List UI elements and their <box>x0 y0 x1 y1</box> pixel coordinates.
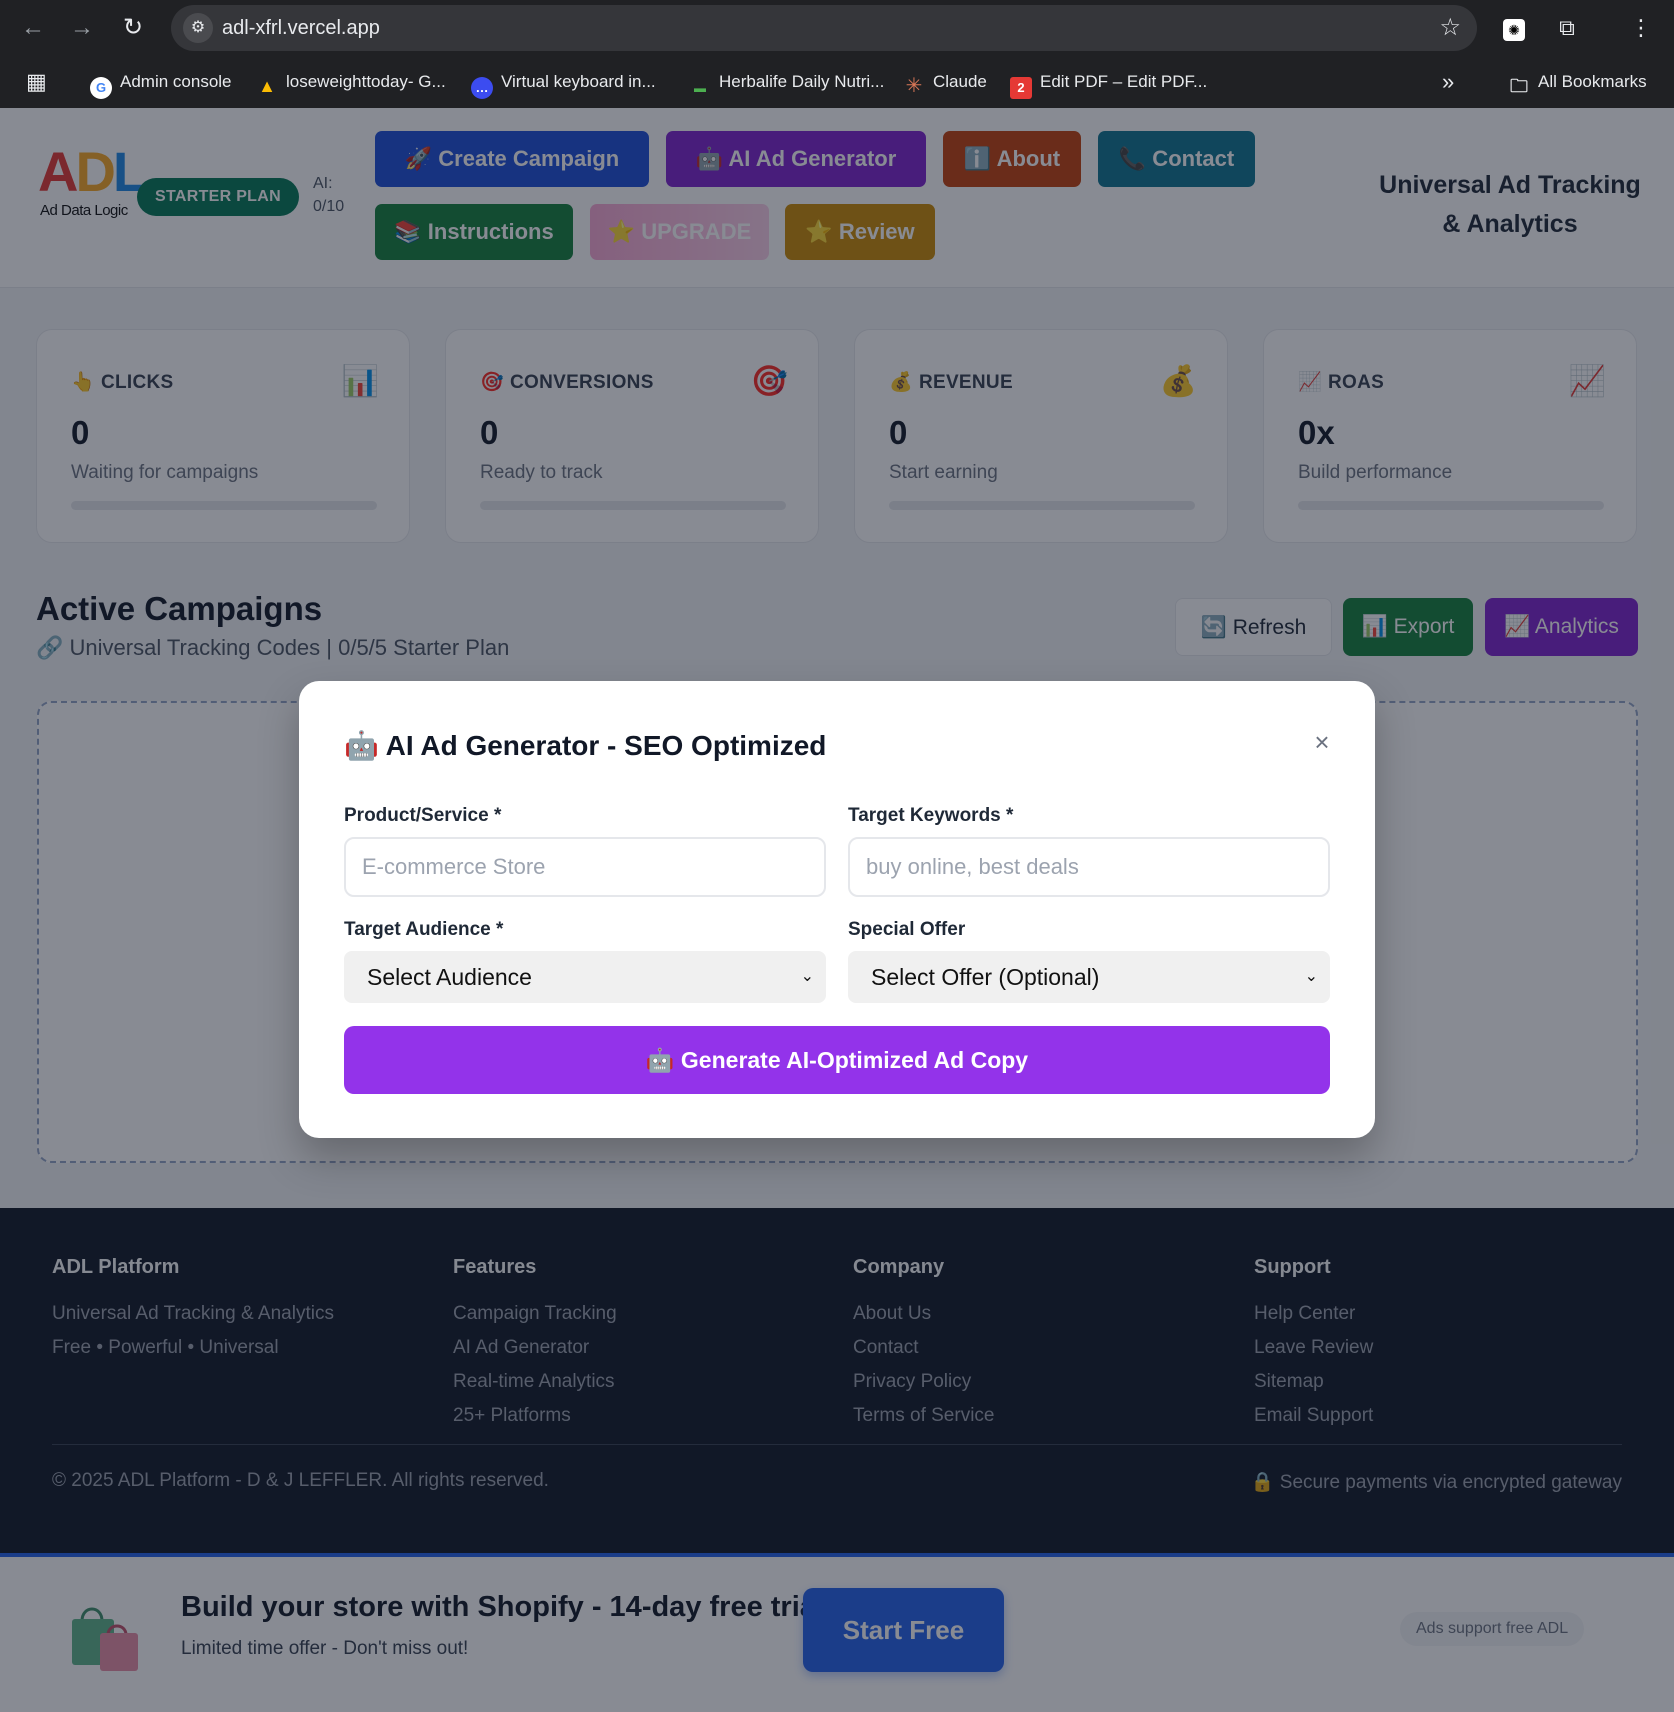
site-info-icon[interactable]: ⚙ <box>183 13 213 43</box>
extension-icon[interactable]: ✺ <box>1500 12 1528 44</box>
audience-select[interactable]: Select Audience ⌄ <box>344 951 826 1003</box>
google-ads-icon: ▲ <box>258 76 276 96</box>
product-label: Product/Service * <box>344 805 502 826</box>
apps-grid-icon[interactable]: ▦ <box>26 56 47 108</box>
bookmark-star-icon[interactable]: ☆ <box>1439 5 1461 51</box>
bookmark-edit-pdf[interactable]: 2 Edit PDF – Edit PDF... <box>1010 56 1207 108</box>
bookmark-herbalife[interactable]: ▬ Herbalife Daily Nutri... <box>689 56 884 108</box>
reload-icon[interactable]: ↻ <box>117 12 149 44</box>
forward-arrow-icon[interactable]: → <box>66 12 98 44</box>
keywords-label: Target Keywords * <box>848 805 1014 826</box>
product-input[interactable] <box>344 837 826 897</box>
offer-label: Special Offer <box>848 919 966 940</box>
keywords-input[interactable] <box>848 837 1330 897</box>
audience-select-value: Select Audience <box>367 964 532 990</box>
google-icon: G <box>90 77 112 99</box>
bookmark-claude[interactable]: ✳ Claude <box>903 56 987 108</box>
herbalife-icon: ▬ <box>694 81 706 95</box>
bookmark-loseweighttoday[interactable]: ▲ loseweighttoday- G... <box>256 56 446 108</box>
chevron-down-icon: ⌄ <box>800 968 814 985</box>
extensions-puzzle-icon[interactable]: ⧉ <box>1550 12 1584 44</box>
offer-select[interactable]: Select Offer (Optional) ⌄ <box>848 951 1330 1003</box>
more-bookmarks-icon[interactable]: » <box>1442 56 1454 108</box>
chevron-down-icon: ⌄ <box>1304 968 1318 985</box>
back-arrow-icon[interactable]: ← <box>17 12 49 44</box>
browser-chrome: ← → ↻ ⚙ adl-xfrl.vercel.app ☆ ✺ ⧉ ⋮ ▦ GA… <box>0 0 1674 108</box>
url-text[interactable]: adl-xfrl.vercel.app <box>222 5 380 51</box>
chat-bubble-icon: … <box>471 77 493 99</box>
modal-title: 🤖 AI Ad Generator - SEO Optimized <box>344 730 827 761</box>
close-icon[interactable]: × <box>1307 727 1337 757</box>
folder-icon: 🗀 <box>1510 76 1528 96</box>
bookmark-admin-console[interactable]: G Admin console <box>90 56 232 108</box>
menu-kebab-icon[interactable]: ⋮ <box>1624 12 1658 44</box>
bookmarks-bar: ▦ G Admin console ▲ loseweighttoday- G... … <box>0 56 1674 108</box>
audience-label: Target Audience * <box>344 919 504 940</box>
browser-toolbar: ← → ↻ ⚙ adl-xfrl.vercel.app ☆ ✺ ⧉ ⋮ <box>0 0 1674 56</box>
bookmark-virtual-keyboard[interactable]: … Virtual keyboard in... <box>471 56 656 108</box>
claude-icon: ✳ <box>905 75 923 97</box>
pdf-icon: 2 <box>1010 77 1032 99</box>
offer-select-value: Select Offer (Optional) <box>871 964 1100 990</box>
all-bookmarks[interactable]: 🗀 All Bookmarks <box>1508 56 1647 108</box>
ai-ad-generator-modal: 🤖 AI Ad Generator - SEO Optimized × Prod… <box>299 681 1375 1138</box>
address-bar[interactable]: ⚙ adl-xfrl.vercel.app ☆ <box>171 5 1477 51</box>
generate-ad-copy-button[interactable]: 🤖 Generate AI-Optimized Ad Copy <box>344 1026 1330 1094</box>
